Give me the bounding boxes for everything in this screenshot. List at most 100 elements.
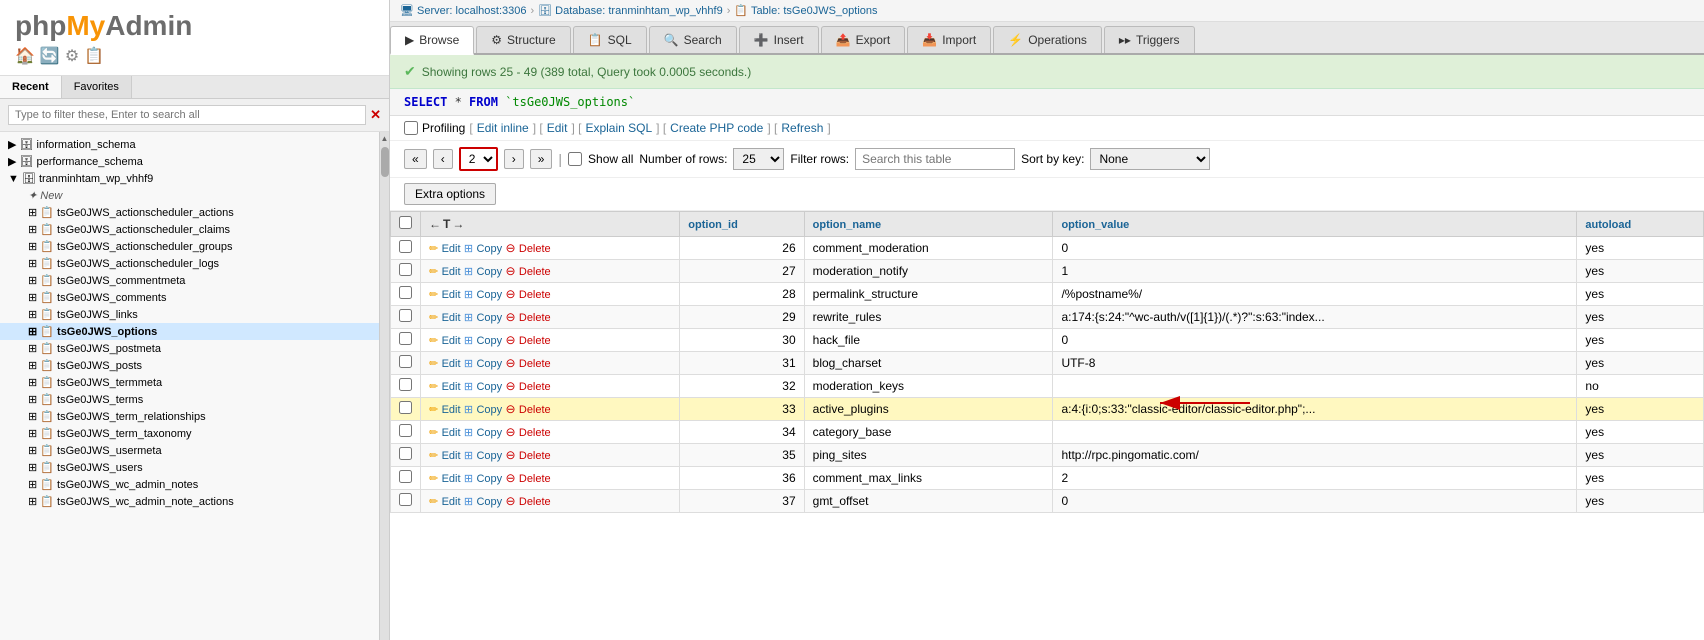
tab-recent[interactable]: Recent: [0, 76, 62, 98]
sort-option-name[interactable]: option_name: [813, 219, 881, 231]
tab-browse[interactable]: ▶ Browse: [390, 26, 474, 55]
refresh-icon[interactable]: 🔄: [40, 46, 60, 66]
db-tree-item[interactable]: ⊞ 📋 tsGe0JWS_wc_admin_note_actions: [0, 493, 379, 510]
home-icon[interactable]: 🏠: [15, 46, 35, 66]
sort-icon[interactable]: T: [443, 217, 450, 231]
copy-link[interactable]: Copy: [476, 473, 502, 485]
db-tree-item[interactable]: ⊞ 📋 tsGe0JWS_posts: [0, 357, 379, 374]
db-tree-item[interactable]: ⊞ 📋 tsGe0JWS_term_taxonomy: [0, 425, 379, 442]
tab-operations[interactable]: ⚡ Operations: [993, 26, 1102, 53]
row-checkbox[interactable]: [399, 447, 412, 460]
next-page-button[interactable]: ›: [504, 149, 524, 169]
refresh-link[interactable]: Refresh: [781, 121, 823, 135]
db-tree-item[interactable]: ✦ New: [0, 187, 379, 204]
tab-import[interactable]: 📥 Import: [907, 26, 991, 53]
db-tree-item[interactable]: ⊞ 📋 tsGe0JWS_actionscheduler_actions: [0, 204, 379, 221]
last-page-button[interactable]: »: [530, 149, 553, 169]
sort-by-select[interactable]: None: [1090, 148, 1210, 170]
copy-link[interactable]: Copy: [476, 358, 502, 370]
select-all-checkbox[interactable]: [399, 216, 412, 229]
row-checkbox[interactable]: [399, 240, 412, 253]
tab-insert[interactable]: ➕ Insert: [739, 26, 819, 53]
filter-rows-input[interactable]: [855, 148, 1015, 170]
delete-link[interactable]: Delete: [519, 266, 551, 278]
delete-link[interactable]: Delete: [519, 450, 551, 462]
first-page-button[interactable]: «: [404, 149, 427, 169]
copy-link[interactable]: Copy: [476, 335, 502, 347]
delete-link[interactable]: Delete: [519, 381, 551, 393]
scroll-up-button[interactable]: ▲: [381, 134, 389, 143]
breadcrumb-server[interactable]: 🖥 Server: localhost:3306: [400, 4, 526, 17]
tab-search[interactable]: 🔍 Search: [649, 26, 737, 53]
edit-link[interactable]: Edit: [442, 381, 461, 393]
row-checkbox[interactable]: [399, 263, 412, 276]
db-tree-item[interactable]: ⊞ 📋 tsGe0JWS_users: [0, 459, 379, 476]
tab-sql[interactable]: 📋 SQL: [573, 26, 647, 53]
copy-link[interactable]: Copy: [476, 496, 502, 508]
edit-link[interactable]: Edit: [442, 312, 461, 324]
edit-inline-link[interactable]: Edit inline: [477, 121, 529, 135]
row-checkbox[interactable]: [399, 286, 412, 299]
db-tree-item[interactable]: ⊞ 📋 tsGe0JWS_actionscheduler_groups: [0, 238, 379, 255]
delete-link[interactable]: Delete: [519, 427, 551, 439]
prev-page-button[interactable]: ‹: [433, 149, 453, 169]
profiling-checkbox[interactable]: [404, 121, 418, 135]
row-checkbox[interactable]: [399, 332, 412, 345]
copy-link[interactable]: Copy: [476, 266, 502, 278]
edit-link[interactable]: Edit: [442, 358, 461, 370]
db-tree-item[interactable]: ⊞ 📋 tsGe0JWS_commentmeta: [0, 272, 379, 289]
db-tree-item[interactable]: ⊞ 📋 tsGe0JWS_options: [0, 323, 379, 340]
delete-link[interactable]: Delete: [519, 243, 551, 255]
db-tree-item[interactable]: ⊞ 📋 tsGe0JWS_actionscheduler_claims: [0, 221, 379, 238]
db-tree-item[interactable]: ▼ 🗄 tranminhtam_wp_vhhf9: [0, 170, 379, 187]
filter-input[interactable]: [8, 105, 366, 125]
db-tree-item[interactable]: ⊞ 📋 tsGe0JWS_term_relationships: [0, 408, 379, 425]
create-php-link[interactable]: Create PHP code: [670, 121, 763, 135]
edit-link[interactable]: Edit: [442, 289, 461, 301]
tab-triggers[interactable]: ▸▸ Triggers: [1104, 26, 1195, 53]
settings-icon[interactable]: ⚙: [65, 46, 79, 66]
db-tree-item[interactable]: ⊞ 📋 tsGe0JWS_wc_admin_notes: [0, 476, 379, 493]
rows-per-page-select[interactable]: 25 50 100: [733, 148, 784, 170]
row-checkbox[interactable]: [399, 355, 412, 368]
edit-link[interactable]: Edit: [442, 450, 461, 462]
db-tree-item[interactable]: ⊞ 📋 tsGe0JWS_postmeta: [0, 340, 379, 357]
edit-link[interactable]: Edit: [442, 335, 461, 347]
copy-link[interactable]: Copy: [476, 381, 502, 393]
tab-favorites[interactable]: Favorites: [62, 76, 132, 98]
db-tree-item[interactable]: ⊞ 📋 tsGe0JWS_termmeta: [0, 374, 379, 391]
extra-options-button[interactable]: Extra options: [404, 183, 496, 205]
db-tree-item[interactable]: ⊞ 📋 tsGe0JWS_usermeta: [0, 442, 379, 459]
edit-link[interactable]: Edit: [442, 243, 461, 255]
sort-option-id[interactable]: option_id: [688, 219, 738, 231]
db-tree-item[interactable]: ⊞ 📋 tsGe0JWS_links: [0, 306, 379, 323]
copy-link[interactable]: Copy: [476, 404, 502, 416]
explain-sql-link[interactable]: Explain SQL: [585, 121, 652, 135]
page-select[interactable]: 2 1 3: [459, 147, 498, 171]
delete-link[interactable]: Delete: [519, 404, 551, 416]
copy-link[interactable]: Copy: [476, 289, 502, 301]
db-tree-item[interactable]: ▶ 🗄 information_schema: [0, 136, 379, 153]
row-checkbox[interactable]: [399, 309, 412, 322]
delete-link[interactable]: Delete: [519, 335, 551, 347]
row-checkbox[interactable]: [399, 378, 412, 391]
edit-link[interactable]: Edit: [442, 266, 461, 278]
copy-link[interactable]: Copy: [476, 312, 502, 324]
edit-link[interactable]: Edit: [547, 121, 568, 135]
db-tree-item[interactable]: ⊞ 📋 tsGe0JWS_actionscheduler_logs: [0, 255, 379, 272]
delete-link[interactable]: Delete: [519, 289, 551, 301]
copy-link[interactable]: Copy: [476, 450, 502, 462]
edit-link[interactable]: Edit: [442, 427, 461, 439]
db-tree-item[interactable]: ⊞ 📋 tsGe0JWS_terms: [0, 391, 379, 408]
edit-link[interactable]: Edit: [442, 404, 461, 416]
delete-link[interactable]: Delete: [519, 312, 551, 324]
copy-link[interactable]: Copy: [476, 243, 502, 255]
breadcrumb-database[interactable]: 🗄 Database: tranminhtam_wp_vhhf9: [538, 4, 723, 17]
db-tree-item[interactable]: ▶ 🗄 performance_schema: [0, 153, 379, 170]
copy-link[interactable]: Copy: [476, 427, 502, 439]
row-checkbox[interactable]: [399, 493, 412, 506]
row-checkbox[interactable]: [399, 401, 412, 414]
breadcrumb-table[interactable]: 📋 Table: tsGe0JWS_options: [734, 4, 877, 17]
tab-export[interactable]: 📤 Export: [821, 26, 906, 53]
edit-link[interactable]: Edit: [442, 473, 461, 485]
